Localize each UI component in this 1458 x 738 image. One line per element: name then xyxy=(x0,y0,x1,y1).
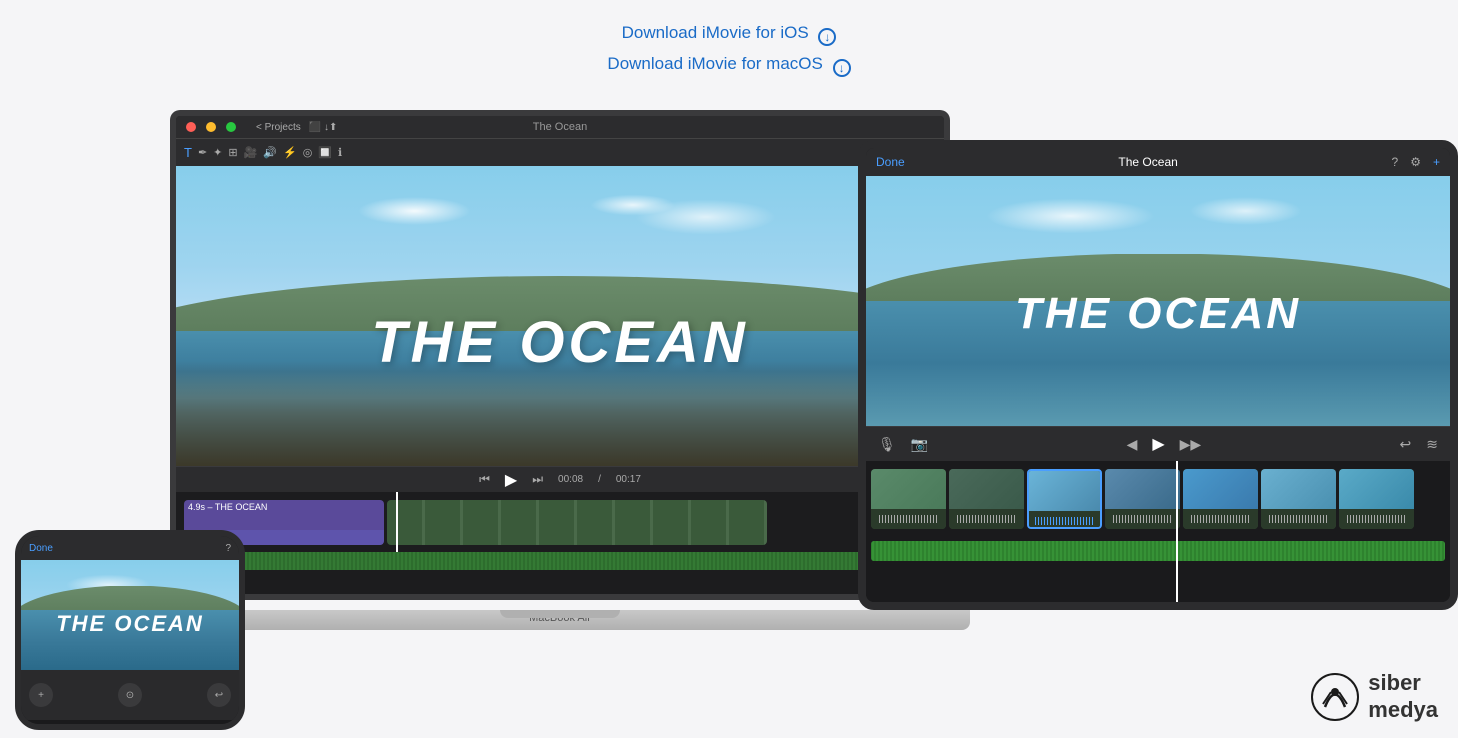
ipad-clips-row xyxy=(866,461,1450,541)
ipad-clip-1[interactable] xyxy=(871,469,946,529)
macbook-titlebar: < Projects ⬛ ↓ The Ocean ⬆ xyxy=(176,116,944,138)
ipad-title: The Ocean xyxy=(1118,155,1177,169)
macbook-time-sep: / xyxy=(598,474,601,485)
ipad-done-button[interactable]: Done xyxy=(876,155,905,169)
iphone-play-row: ▶ xyxy=(21,720,239,730)
ipad-controls-bar: 🎙 📷 ◀ ▶ ▶▶ ↩ ≋ xyxy=(866,426,1450,461)
macbook-audio-track[interactable] xyxy=(184,552,936,570)
macbook-fullscreen-btn[interactable] xyxy=(226,122,236,132)
iphone-undo-button[interactable]: ↩ xyxy=(207,683,231,707)
macbook-tool7[interactable]: ◎ xyxy=(303,146,313,159)
macbook-close-btn[interactable] xyxy=(186,122,196,132)
macbook-tool2[interactable]: ✦ xyxy=(213,146,222,159)
ipad-clip-7[interactable] xyxy=(1339,469,1414,529)
download-section: Download iMovie for iOS ↓ Download iMovi… xyxy=(0,0,1458,79)
ipad-help-icon[interactable]: ? xyxy=(1392,155,1399,169)
ipad-preview-area: THE OCEAN xyxy=(866,176,1450,426)
macbook-toolbar: T ✒ ✦ ⊞ 🎥 🔊 ⚡ ◎ 🔲 ℹ Reset All xyxy=(176,138,944,166)
watermark: siber medya xyxy=(1310,670,1438,723)
ipad-add-icon[interactable]: + xyxy=(1433,155,1440,169)
macbook-screen: < Projects ⬛ ↓ The Ocean ⬆ T ✒ ✦ ⊞ 🎥 🔊 ⚡… xyxy=(170,110,950,600)
download-macos-label: Download iMovie for macOS xyxy=(607,54,822,73)
ipad-audio-track[interactable] xyxy=(871,541,1445,561)
macbook-toolbar-left: T ✒ ✦ ⊞ 🎥 🔊 ⚡ ◎ 🔲 ℹ xyxy=(184,145,342,160)
macbook-time-current: 00:08 xyxy=(558,474,583,485)
ipad-mic-icon[interactable]: 🎙 xyxy=(878,436,896,453)
iphone-add-button[interactable]: + xyxy=(29,683,53,707)
ipad-clip-2[interactable] xyxy=(949,469,1024,529)
ipad-timeline xyxy=(866,461,1450,610)
ipad-clouds xyxy=(866,191,1450,241)
download-ios-label: Download iMovie for iOS xyxy=(622,23,809,42)
macbook-tool3[interactable]: ⊞ xyxy=(228,146,237,159)
macbook-clip-label: 4.9s – THE OCEAN xyxy=(188,502,267,512)
iphone-titlebar: Done ? xyxy=(21,536,239,560)
iphone-preview-area: THE OCEAN xyxy=(21,560,239,670)
macbook-preview-title: THE OCEAN xyxy=(176,309,944,376)
macbook-clips-row: 4.9s – THE OCEAN xyxy=(176,492,944,552)
macbook-rocks xyxy=(176,361,944,466)
devices-container: < Projects ⬛ ↓ The Ocean ⬆ T ✒ ✦ ⊞ 🎥 🔊 ⚡… xyxy=(0,110,1458,730)
ipad-clip-4[interactable] xyxy=(1105,469,1180,529)
download-macos-link[interactable]: Download iMovie for macOS ↓ xyxy=(0,49,1458,80)
iphone-controls: + ⊙ ↩ xyxy=(21,670,239,720)
ipad-clip-3-selected[interactable] xyxy=(1027,469,1102,529)
macbook-projects-label[interactable]: < Projects xyxy=(256,122,301,133)
macbook-title: The Ocean xyxy=(533,121,587,133)
macbook-device: < Projects ⬛ ↓ The Ocean ⬆ T ✒ ✦ ⊞ 🎥 🔊 ⚡… xyxy=(170,110,950,630)
ipad-toolbar-right: ? ⚙ + xyxy=(1392,155,1440,169)
download-ios-arrow: ↓ xyxy=(818,28,836,46)
iphone-timer-button[interactable]: ⊙ xyxy=(118,683,142,707)
watermark-line1: siber xyxy=(1368,670,1438,696)
watermark-line2: medya xyxy=(1368,697,1438,723)
ipad-next-frame-btn[interactable]: ▶▶ xyxy=(1180,436,1202,453)
watermark-logo-icon xyxy=(1310,672,1360,722)
iphone-play-button[interactable]: ▶ xyxy=(26,725,34,731)
ipad-undo-icon[interactable]: ↩ xyxy=(1400,436,1412,453)
iphone-done-button[interactable]: Done xyxy=(29,543,53,554)
ipad-prev-frame-btn[interactable]: ◀ xyxy=(1127,436,1138,453)
macbook-play-btn[interactable]: ▶ xyxy=(505,470,517,490)
ipad-waveform-icon[interactable]: ≋ xyxy=(1426,436,1438,453)
macbook-text-icon[interactable]: T xyxy=(184,145,192,160)
macbook-base: MacBook Air xyxy=(150,610,970,630)
ipad-clip-6[interactable] xyxy=(1261,469,1336,529)
macbook-share-icon[interactable]: ⬆ xyxy=(329,122,337,133)
iphone-help-icon[interactable]: ? xyxy=(225,543,231,554)
macbook-clouds xyxy=(196,181,924,241)
ipad-settings-icon[interactable]: ⚙ xyxy=(1410,155,1421,169)
macbook-next-btn[interactable]: ⏭ xyxy=(532,472,543,487)
macbook-preview-area: THE OCEAN xyxy=(176,166,944,466)
download-ios-link[interactable]: Download iMovie for iOS ↓ xyxy=(0,18,1458,49)
macbook-footage-clips[interactable] xyxy=(387,500,767,545)
iphone-preview-title: THE OCEAN xyxy=(21,611,239,637)
macbook-timeline: ⏮ ▶ ⏭ 00:08 / 00:17 4.9s – THE OCEAN xyxy=(176,466,944,600)
macbook-minimize-btn[interactable] xyxy=(206,122,216,132)
macbook-playhead xyxy=(396,492,398,552)
macbook-tool6[interactable]: ⚡ xyxy=(283,146,297,159)
macbook-prev-btn[interactable]: ⏮ xyxy=(479,472,490,487)
macbook-tool5[interactable]: 🔊 xyxy=(263,146,277,159)
macbook-hinge-notch xyxy=(500,610,620,618)
ipad-playhead xyxy=(1176,461,1178,610)
ipad-play-btn[interactable]: ▶ xyxy=(1152,434,1164,454)
download-macos-arrow: ↓ xyxy=(833,59,851,77)
macbook-tool8[interactable]: 🔲 xyxy=(318,146,332,159)
macbook-tool4[interactable]: 🎥 xyxy=(244,146,258,159)
ipad-device: Done The Ocean ? ⚙ + THE OCEAN 🎙 📷 ◀ ▶ ▶… xyxy=(858,140,1458,610)
macbook-playback-controls: ⏮ ▶ ⏭ 00:08 / 00:17 xyxy=(176,467,944,492)
iphone-device: Done ? THE OCEAN + ⊙ ↩ ▶ xyxy=(15,530,245,730)
ipad-titlebar: Done The Ocean ? ⚙ + xyxy=(866,148,1450,176)
macbook-time-total: 00:17 xyxy=(616,474,641,485)
ipad-clip-5[interactable] xyxy=(1183,469,1258,529)
macbook-tool9[interactable]: ℹ xyxy=(338,146,342,159)
ipad-camera-icon[interactable]: 📷 xyxy=(911,436,928,453)
ipad-preview-title: THE OCEAN xyxy=(866,289,1450,339)
macbook-tool1[interactable]: ✒ xyxy=(198,146,207,159)
watermark-text: siber medya xyxy=(1368,670,1438,723)
